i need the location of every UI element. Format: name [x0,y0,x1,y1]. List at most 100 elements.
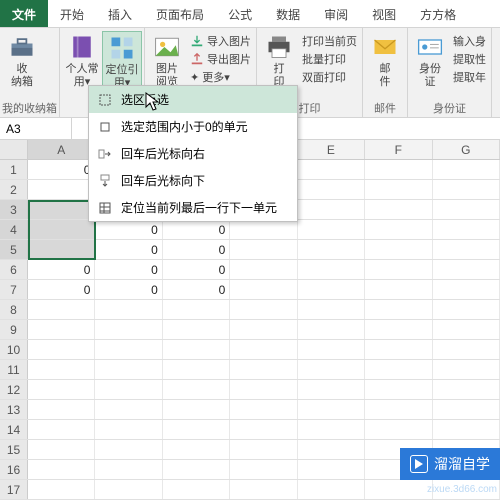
cell[interactable] [230,460,297,479]
cell[interactable] [28,300,95,319]
dd-less-than-zero[interactable]: 选定范围内小于0的单元 [89,113,297,140]
tab-file[interactable]: 文件 [0,0,48,27]
idcard-button[interactable]: 身份 证 [410,31,450,91]
cell[interactable] [433,400,500,419]
row-header[interactable]: 15 [0,440,28,459]
cell[interactable] [163,380,230,399]
cell[interactable] [95,460,162,479]
cell[interactable] [433,160,500,179]
col-header-F[interactable]: F [365,140,432,159]
cell[interactable] [230,360,297,379]
cell[interactable] [433,340,500,359]
cell[interactable] [433,380,500,399]
tab-view[interactable]: 视图 [360,0,408,27]
cell[interactable] [28,360,95,379]
cell[interactable] [365,160,432,179]
cell[interactable] [163,420,230,439]
cell[interactable] [28,440,95,459]
cell[interactable] [230,260,297,279]
cell[interactable] [163,320,230,339]
cell[interactable] [433,260,500,279]
row-header[interactable]: 3 [0,200,28,219]
cell[interactable] [95,340,162,359]
cell[interactable] [163,400,230,419]
cell[interactable] [163,300,230,319]
cell[interactable] [28,200,95,219]
cell[interactable]: 0 [163,240,230,259]
cell[interactable]: 0 [163,220,230,239]
cell[interactable] [365,280,432,299]
cell[interactable] [365,480,432,499]
cell[interactable] [230,280,297,299]
tab-data[interactable]: 数据 [264,0,312,27]
row-header[interactable]: 13 [0,400,28,419]
cell[interactable] [230,480,297,499]
tab-insert[interactable]: 插入 [96,0,144,27]
cell[interactable]: 0 [95,260,162,279]
print-button[interactable]: 打 印 [259,31,299,91]
tab-layout[interactable]: 页面布局 [144,0,216,27]
cell[interactable] [28,340,95,359]
cell[interactable] [163,340,230,359]
export-pic-button[interactable]: 导出图片 [190,51,251,67]
col-header-A[interactable]: A [28,140,95,159]
cell[interactable]: 0 [28,260,95,279]
more-pic-button[interactable]: ✦ 更多▾ [190,69,251,85]
cell[interactable] [365,260,432,279]
cell[interactable] [163,440,230,459]
col-header-G[interactable]: G [433,140,500,159]
cell[interactable] [230,320,297,339]
cell[interactable] [28,480,95,499]
print-current-button[interactable]: 打印当前页 [302,33,357,49]
cell[interactable] [95,360,162,379]
cell[interactable] [433,200,500,219]
mail-button[interactable]: 邮 件 [365,31,405,91]
cell[interactable] [28,400,95,419]
cell[interactable] [433,360,500,379]
cell[interactable] [95,400,162,419]
cell[interactable] [298,360,365,379]
cell[interactable] [298,460,365,479]
idcard-age-button[interactable]: 提取年 [453,69,486,85]
row-header[interactable]: 1 [0,160,28,179]
cell[interactable] [433,300,500,319]
personal-button[interactable]: 个人常 用▾ [62,31,102,91]
cell[interactable] [230,220,297,239]
cell[interactable] [230,380,297,399]
cell[interactable] [298,440,365,459]
cell[interactable] [365,400,432,419]
cell[interactable] [95,420,162,439]
cell[interactable] [298,480,365,499]
cell[interactable] [298,200,365,219]
cell[interactable] [28,240,95,259]
idcard-gender-button[interactable]: 提取性 [453,51,486,67]
cell[interactable] [28,420,95,439]
picture-view-button[interactable]: 图片 阅览 [147,31,187,91]
cell[interactable] [28,380,95,399]
cell[interactable] [28,180,95,199]
name-box[interactable]: A3 [0,118,72,139]
cell[interactable]: 0 [95,240,162,259]
row-header[interactable]: 10 [0,340,28,359]
cell[interactable] [298,160,365,179]
cell[interactable] [28,220,95,239]
import-pic-button[interactable]: 导入图片 [190,33,251,49]
row-header[interactable]: 5 [0,240,28,259]
row-header[interactable]: 6 [0,260,28,279]
cell[interactable] [163,480,230,499]
cell[interactable]: 0 [28,160,95,179]
col-header-E[interactable]: E [298,140,365,159]
cell[interactable] [28,460,95,479]
row-header[interactable]: 4 [0,220,28,239]
cell[interactable] [433,320,500,339]
dd-enter-down[interactable]: 回车后光标向下 [89,167,297,194]
cell[interactable] [163,460,230,479]
cell[interactable] [95,440,162,459]
duplex-print-button[interactable]: 双面打印 [302,69,357,85]
cell[interactable] [365,200,432,219]
cell[interactable] [95,320,162,339]
cell[interactable] [298,180,365,199]
cell[interactable] [95,480,162,499]
cell[interactable] [298,420,365,439]
tab-extra[interactable]: 方方格 [408,0,468,27]
